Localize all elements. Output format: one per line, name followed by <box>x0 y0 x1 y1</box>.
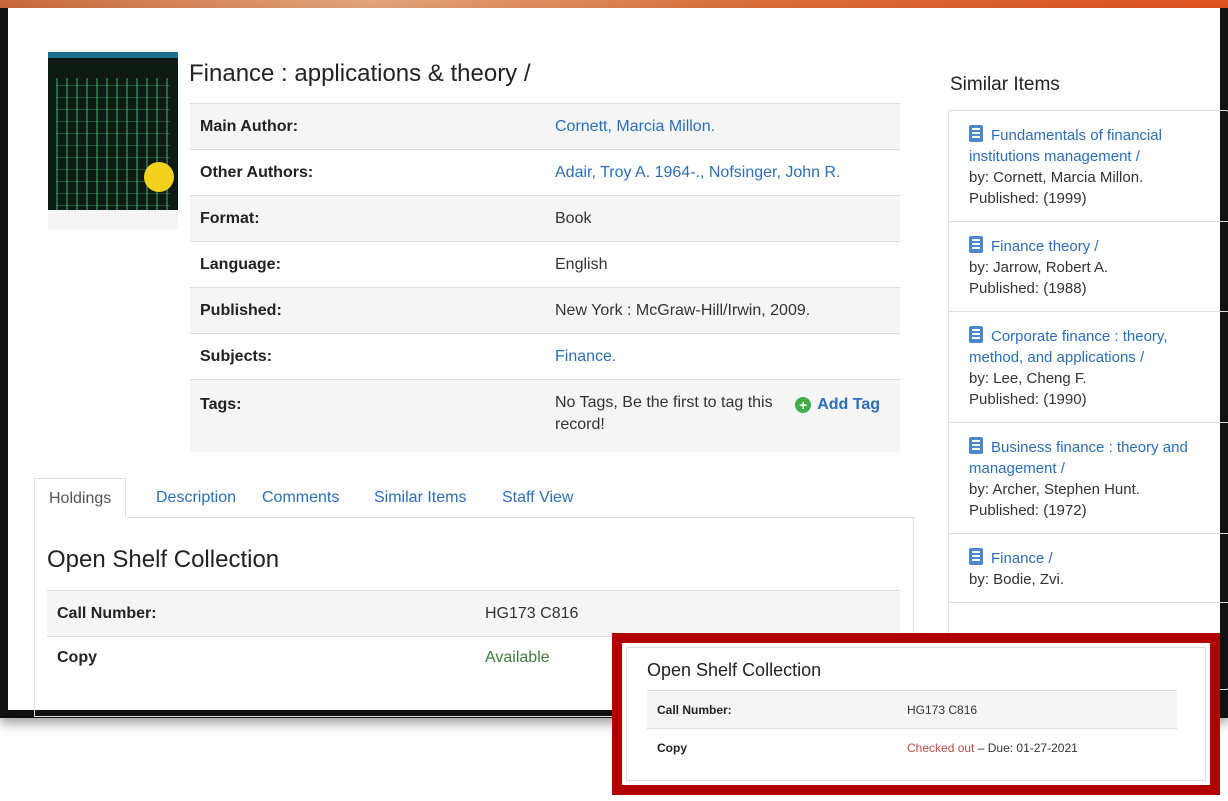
similar-item-link[interactable]: Finance / <box>991 550 1053 567</box>
detail-row-language: Language: English <box>190 241 900 288</box>
holdings-row-call-number: Call Number: HG173 C816 <box>47 590 900 637</box>
call-number-value: HG173 C816 <box>475 590 900 637</box>
cover-art <box>56 78 170 218</box>
language-value: English <box>555 255 608 273</box>
detail-row-format: Format: Book <box>190 195 900 242</box>
subject-link[interactable]: Finance. <box>555 348 616 365</box>
book-icon <box>969 125 983 142</box>
tab-description[interactable]: Description <box>156 478 236 518</box>
book-cover-image[interactable] <box>48 52 178 230</box>
main-author-link[interactable]: Cornett, Marcia Millon. <box>555 118 715 135</box>
similar-item-published: Published: (1972) <box>969 502 1087 519</box>
similar-item-link[interactable]: Finance theory / <box>991 238 1099 255</box>
callout-row-copy: Copy Checked out – Due: 01-27-2021 <box>647 728 1177 767</box>
callout-label: Copy <box>647 728 897 767</box>
similar-item-link[interactable]: Corporate finance : theory, method, and … <box>969 328 1167 366</box>
tab-similar-items[interactable]: Similar Items <box>374 478 466 518</box>
holdings-label: Copy <box>47 636 475 683</box>
list-item: Fundamentals of financial institutions m… <box>949 111 1228 222</box>
similar-items-heading: Similar Items <box>950 74 1060 95</box>
list-item: Finance theory / by: Jarrow, Robert A. P… <box>949 222 1228 312</box>
book-icon <box>969 236 983 253</box>
tab-staff-view[interactable]: Staff View <box>502 478 573 518</box>
checked-out-callout: Open Shelf Collection Call Number: HG173… <box>612 633 1220 795</box>
due-date: – Due: 01-27-2021 <box>974 740 1078 755</box>
cover-badge <box>144 162 174 192</box>
detail-row-main-author: Main Author: Cornett, Marcia Millon. <box>190 103 900 150</box>
similar-items-list: Fundamentals of financial institutions m… <box>948 110 1228 690</box>
detail-label: Tags: <box>190 379 545 452</box>
record-details-table: Main Author: Cornett, Marcia Millon. Oth… <box>190 103 900 452</box>
add-icon: + <box>795 397 812 413</box>
similar-item-published: Published: (1988) <box>969 280 1087 297</box>
detail-row-published: Published: New York : McGraw-Hill/Irwin,… <box>190 287 900 334</box>
callout-label: Call Number: <box>647 690 897 729</box>
similar-item-author: by: Jarrow, Robert A. <box>969 259 1109 276</box>
callout-row-call-number: Call Number: HG173 C816 <box>647 690 1177 729</box>
holdings-heading: Open Shelf Collection <box>47 546 280 573</box>
similar-item-author: by: Lee, Cheng F. <box>969 370 1087 387</box>
list-item: Finance / by: Bodie, Zvi. <box>949 534 1228 603</box>
similar-item-link[interactable]: Fundamentals of financial institutions m… <box>969 127 1162 165</box>
similar-item-author: by: Cornett, Marcia Millon. <box>969 169 1144 186</box>
add-tag-label: Add Tag <box>817 396 880 413</box>
published-value: New York : McGraw-Hill/Irwin, 2009. <box>545 287 900 334</box>
add-tag-button[interactable]: + Add Tag <box>795 396 880 414</box>
book-icon <box>969 437 983 454</box>
book-icon <box>969 548 983 565</box>
callout-panel: Open Shelf Collection Call Number: HG173… <box>626 647 1206 781</box>
format-value: Book <box>545 195 900 242</box>
book-icon <box>969 326 983 343</box>
detail-label: Other Authors: <box>200 163 314 181</box>
detail-row-tags: Tags: No Tags, Be the first to tag this … <box>190 379 900 452</box>
detail-label: Published: <box>190 287 545 334</box>
top-banner-strip <box>0 0 1228 8</box>
similar-item-author: by: Archer, Stephen Hunt. <box>969 481 1140 498</box>
similar-item-link[interactable]: Business finance : theory and management… <box>969 439 1188 477</box>
detail-label: Format: <box>190 195 545 242</box>
detail-row-subjects: Subjects: Finance. <box>190 333 900 380</box>
callout-heading: Open Shelf Collection <box>647 660 822 680</box>
detail-label: Subjects: <box>200 347 273 365</box>
similar-item-published: Published: (1999) <box>969 190 1087 207</box>
other-authors-link[interactable]: Adair, Troy A. 1964-., Nofsinger, John R… <box>555 164 840 181</box>
detail-row-other-authors: Other Authors: Adair, Troy A. 1964-., No… <box>190 149 900 196</box>
similar-item-published: Published: (1990) <box>969 391 1087 408</box>
record-title: Finance : applications & theory / <box>189 60 531 87</box>
callout-holdings-table: Call Number: HG173 C816 Copy Checked out… <box>647 690 1177 767</box>
detail-label: Language: <box>200 255 281 273</box>
tab-comments[interactable]: Comments <box>262 478 339 518</box>
similar-item-author: by: Bodie, Zvi. <box>969 571 1065 588</box>
list-item: Corporate finance : theory, method, and … <box>949 312 1228 423</box>
tags-empty-text: No Tags, Be the first to tag this record… <box>555 394 773 433</box>
callout-call-number-value: HG173 C816 <box>897 690 1177 729</box>
tab-holdings[interactable]: Holdings <box>34 478 127 518</box>
cover-footer <box>48 210 178 230</box>
checked-out-status: Checked out <box>907 740 975 755</box>
holdings-label: Call Number: <box>47 590 475 637</box>
detail-label: Main Author: <box>190 103 545 150</box>
record-page-frame: Finance : applications & theory / Main A… <box>0 8 1228 718</box>
record-tabs: Holdings Description Comments Similar It… <box>34 478 914 518</box>
list-item: Business finance : theory and management… <box>949 423 1228 534</box>
